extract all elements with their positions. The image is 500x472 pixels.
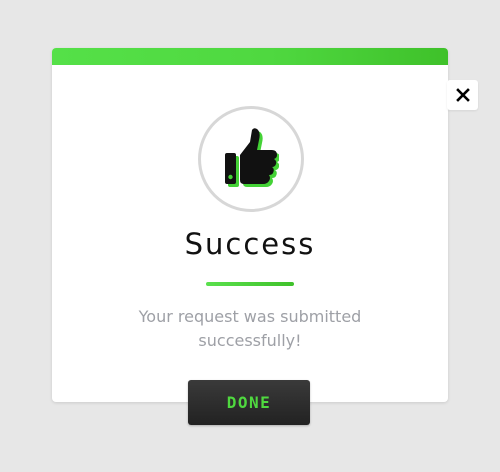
dialog-title: Success [184,227,316,261]
dialog-header-bar [52,48,448,65]
done-button[interactable]: DONE [188,380,310,425]
close-icon [455,88,470,102]
success-dialog: Success Your request was submitted succe… [52,48,448,402]
done-button-label: DONE [226,393,272,412]
success-icon-circle [198,106,304,212]
close-button[interactable] [447,80,478,110]
title-divider [206,282,294,286]
dialog-message: Your request was submitted successfully! [138,307,362,350]
thumbs-up-icon [225,128,279,187]
